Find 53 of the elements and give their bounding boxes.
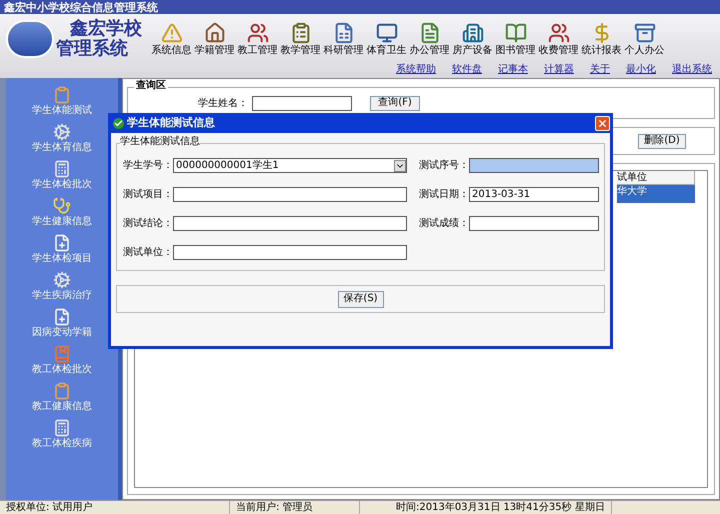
toolbar-button[interactable]: 办公管理	[408, 22, 451, 56]
sidebar-item[interactable]: 学生疾病治疗	[12, 267, 112, 304]
sidebar-item[interactable]: 学生体能测试	[12, 82, 112, 119]
toolbar-button[interactable]: 收费管理	[537, 22, 580, 56]
table-row[interactable]: 华大学	[617, 185, 695, 203]
student-id-combo[interactable]: 000000000001学生1	[173, 158, 407, 173]
header-link[interactable]: 关于	[590, 65, 610, 75]
sidebar-item[interactable]: 教工健康信息	[12, 378, 112, 415]
save-button[interactable]: 保存(S)	[338, 290, 384, 308]
sidebar-item[interactable]: 学生体检批次	[12, 156, 112, 193]
status-text: 授权单位: 试用用户	[0, 501, 230, 514]
status-text: 时间:2013年03月31日 13时41分35秒 星期日	[360, 501, 612, 514]
delete-button[interactable]: 删除(D)	[638, 134, 686, 148]
header-link[interactable]: 退出系统	[672, 65, 712, 75]
field-label: 测试结论：	[123, 216, 173, 231]
sidebar-item[interactable]: 学生体育信息	[12, 119, 112, 156]
sidebar-item[interactable]: 学生体检项目	[12, 230, 112, 267]
header-link[interactable]: 系统帮助	[396, 65, 436, 75]
group-legend: 学生体能测试信息	[120, 137, 200, 147]
panel-legend: 查询区	[134, 81, 168, 91]
toolbar-button[interactable]: 体育卫生	[365, 22, 408, 56]
toolbar-button[interactable]: 科研管理	[322, 22, 365, 56]
column-header: 试单位	[617, 171, 695, 185]
header-link[interactable]: 最小化	[626, 65, 656, 75]
toolbar-button[interactable]: 图书管理	[494, 22, 537, 56]
field-label: 测试成绩：	[419, 216, 469, 231]
toolbar-button[interactable]: 学籍管理	[193, 22, 236, 56]
toolbar-button[interactable]: 房产设备	[451, 22, 494, 56]
input-field[interactable]: 2013-03-31	[469, 187, 599, 202]
field-label: 测试日期：	[419, 188, 469, 202]
header-link[interactable]: 计算器	[544, 65, 574, 75]
field-label: 测试单位：	[123, 246, 173, 260]
sidebar-item[interactable]: 教工体检批次	[12, 341, 112, 378]
window-title: 鑫宏中小学校综合信息管理系统	[4, 2, 158, 12]
toolbar-button[interactable]: 统计报表	[580, 22, 623, 56]
toolbar-button[interactable]: 系统信息	[150, 22, 193, 56]
field-label: 测试项目：	[123, 188, 173, 202]
header-link[interactable]: 软件盘	[452, 65, 482, 75]
sidebar-item[interactable]: 学生健康信息	[12, 193, 112, 230]
query-button[interactable]: 查询(F)	[370, 96, 420, 110]
header-link[interactable]: 记事本	[498, 65, 528, 75]
toolbar-button[interactable]: 教学管理	[279, 22, 322, 56]
field-label: 测试序号：	[419, 158, 469, 173]
toolbar-button[interactable]: 教工管理	[236, 22, 279, 56]
app-title: 管理系统	[56, 40, 129, 58]
status-text: 当前用户: 管理员	[230, 501, 360, 514]
field-label: 学生姓名：	[198, 96, 248, 110]
sidebar-item[interactable]: 因病变动学籍	[12, 304, 112, 341]
dialog-title: 学生体能测试信息	[127, 114, 215, 131]
toolbar-button[interactable]: 个人办公	[623, 22, 666, 56]
sidebar-item[interactable]: 教工体检疾病	[12, 415, 112, 452]
app-title: 鑫宏学校	[70, 20, 143, 38]
field-label: 学生学号：	[123, 158, 173, 173]
